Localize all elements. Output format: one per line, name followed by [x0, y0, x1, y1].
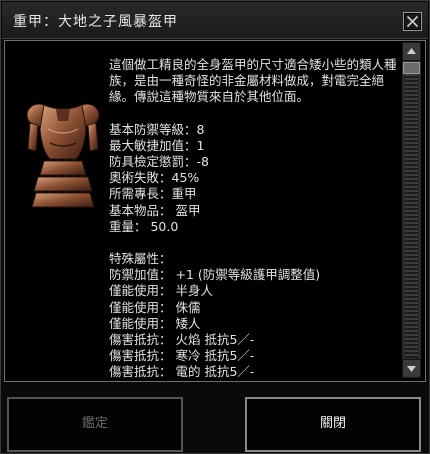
stat-max-dex: 最大敏捷加值：1 — [109, 137, 205, 153]
stat-base-item: 基本物品： 盔甲 — [109, 202, 201, 218]
stat-check-penalty: 防具檢定懲罰：-8 — [109, 154, 209, 170]
identify-button[interactable]: 鑑定 — [7, 397, 183, 452]
stat-arcane-failure: 奧術失敗：45% — [109, 170, 200, 186]
close-button[interactable] — [403, 12, 422, 31]
close-icon — [406, 15, 419, 28]
scroll-up-button[interactable] — [402, 42, 421, 61]
property-resist-cold: 傷害抵抗： 寒冷 抵抗5／- — [109, 348, 255, 364]
property-use-halfling: 僅能使用： 半身人 — [109, 283, 213, 299]
stat-base-ac: 基本防禦等級：8 — [109, 121, 205, 137]
property-ac-bonus: 防禦加值： +1 (防禦等級護甲調整值) — [109, 267, 321, 283]
properties-heading: 特殊屬性： — [109, 251, 172, 267]
title-bar[interactable]: 重甲：大地之子風暴盔甲 — [2, 2, 428, 39]
property-resist-fire: 傷害抵抗： 火焰 抵抗5／- — [109, 332, 255, 348]
window-title: 重甲：大地之子風暴盔甲 — [13, 14, 178, 30]
property-use-dwarf: 僅能使用： 矮人 — [109, 315, 201, 331]
property-use-gnome: 僅能使用： 侏儒 — [109, 299, 201, 315]
scroll-down-button[interactable] — [402, 359, 421, 378]
armor-portrait — [26, 103, 100, 208]
stat-required-feat: 所需專長：重甲 — [109, 186, 197, 202]
item-examine-window: 重甲：大地之子風暴盔甲 這個做工精良的全身盔甲的尺寸適合矮小些的類人種族，是由一… — [0, 0, 430, 454]
scroll-thumb[interactable] — [403, 62, 420, 74]
property-resist-electric: 傷害抵抗： 電的 抵抗5／- — [109, 364, 255, 380]
scroll-track[interactable] — [405, 62, 418, 358]
close-dialog-button[interactable]: 關閉 — [245, 397, 421, 452]
stat-weight: 重量： 50.0 — [109, 218, 179, 234]
item-text: 這個做工精良的全身盔甲的尺寸適合矮小些的類人種族，是由一種奇怪的非金屬材料做成，… — [109, 57, 399, 381]
arrow-down-icon — [407, 366, 416, 372]
item-details-panel: 這個做工精良的全身盔甲的尺寸適合矮小些的類人種族，是由一種奇怪的非金屬材料做成，… — [4, 40, 426, 382]
arrow-up-icon — [407, 48, 416, 54]
vertical-scrollbar[interactable] — [402, 42, 421, 378]
item-description: 這個做工精良的全身盔甲的尺寸適合矮小些的類人種族，是由一種奇怪的非金屬材料做成，… — [109, 57, 397, 105]
